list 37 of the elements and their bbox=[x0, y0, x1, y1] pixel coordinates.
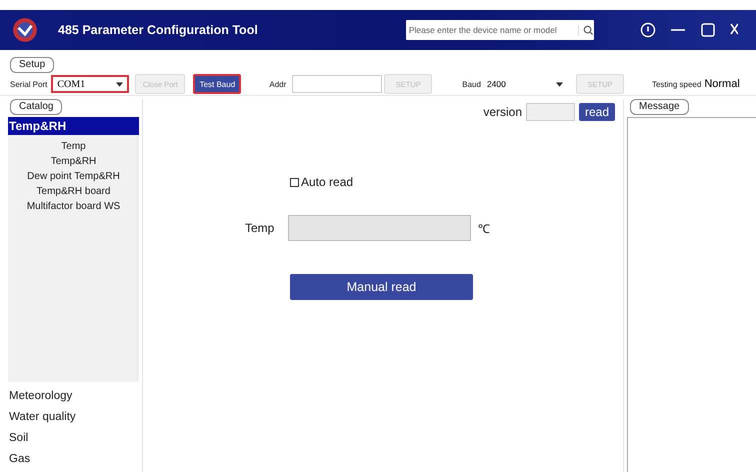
catalog-category[interactable]: Temp&RH bbox=[8, 117, 139, 135]
serial-port-label: Serial Port bbox=[10, 80, 48, 88]
version-field[interactable] bbox=[526, 103, 575, 121]
read-button[interactable]: read bbox=[579, 103, 615, 121]
caret-icon bbox=[556, 82, 563, 86]
subcategory-item[interactable]: Temp&RH bbox=[50, 154, 96, 169]
message-label: Message bbox=[630, 99, 689, 115]
addr-field[interactable] bbox=[292, 75, 382, 93]
search-icon[interactable] bbox=[578, 24, 594, 36]
info-icon[interactable] bbox=[640, 22, 656, 38]
test-baud-button[interactable]: Test Baud bbox=[193, 74, 242, 94]
catalog-label: Catalog bbox=[10, 99, 62, 115]
search-field[interactable]: Please enter the device name or model bbox=[406, 20, 594, 40]
logo-icon bbox=[12, 17, 38, 43]
addr-label: Addr bbox=[269, 80, 286, 88]
subcategory-item[interactable]: Multifactor board WS bbox=[26, 199, 120, 214]
serial-port-dropdown[interactable]: COM1 bbox=[51, 75, 130, 93]
catalog-category[interactable]: Meteorology bbox=[9, 386, 139, 407]
subcategory-item[interactable]: Temp&RH board bbox=[36, 184, 110, 199]
caret-icon bbox=[116, 82, 124, 86]
window-title: 485 Parameter Configuration Tool bbox=[58, 23, 258, 37]
catalog-category[interactable]: Soil bbox=[9, 428, 139, 449]
catalog-category[interactable]: Water quality bbox=[9, 407, 139, 428]
maximize-icon[interactable] bbox=[700, 22, 716, 38]
testing-speed-label: Testing speed bbox=[652, 80, 702, 88]
catalog-category[interactable]: Gas bbox=[9, 449, 139, 470]
version-label: version bbox=[483, 105, 522, 119]
checkbox[interactable] bbox=[290, 178, 299, 186]
manual-read-button[interactable]: Manual read bbox=[290, 274, 473, 300]
testing-speed-dropdown[interactable]: Normal bbox=[704, 78, 740, 90]
setup-label: Setup bbox=[10, 57, 54, 73]
subcategory-item[interactable]: Temp bbox=[61, 139, 86, 154]
unit-label: ℃ bbox=[478, 220, 490, 236]
baud-label: Baud bbox=[462, 80, 481, 88]
temp-label: Temp bbox=[245, 221, 276, 235]
auto-read-label: Auto read bbox=[301, 175, 354, 189]
subcategory-item[interactable]: Dew point Temp&RH bbox=[27, 169, 120, 184]
